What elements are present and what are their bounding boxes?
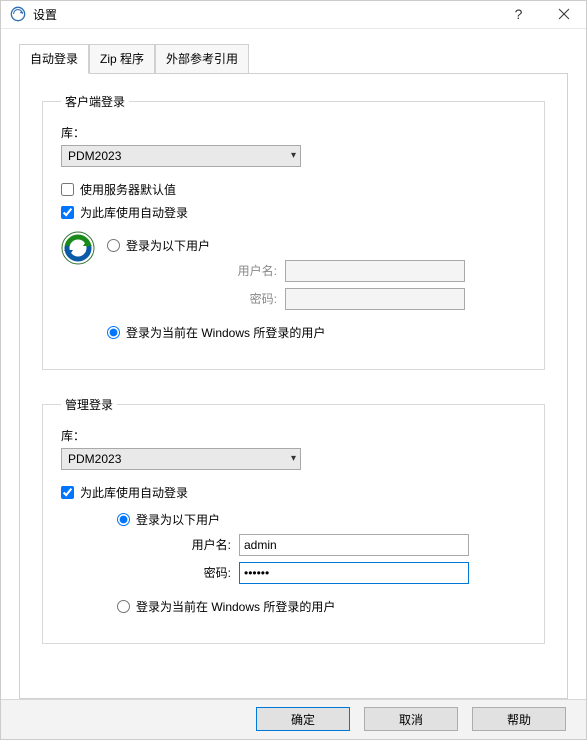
client-password-input[interactable] (285, 288, 465, 310)
admin-username-label: 用户名: (171, 536, 231, 553)
dialog-footer: 确定 取消 帮助 (1, 699, 586, 739)
window-controls: ? (496, 1, 586, 28)
tab-auto-login[interactable]: 自动登录 (19, 44, 89, 74)
admin-login-as-windows-row[interactable]: 登录为当前在 Windows 所登录的用户 (117, 598, 528, 615)
client-vault-select[interactable]: PDM2023 ▾ (61, 145, 301, 167)
client-login-radio-block: 登录为以下用户 用户名: 密码: (107, 231, 528, 347)
admin-password-input[interactable] (239, 562, 469, 584)
help-icon[interactable]: ? (496, 1, 541, 28)
admin-login-as-user-label: 登录为以下用户 (136, 511, 220, 528)
cancel-button[interactable]: 取消 (364, 707, 458, 731)
titlebar: 设置 ? (1, 1, 586, 29)
app-icon (9, 5, 27, 23)
client-vault-label: 库： (61, 124, 528, 141)
admin-username-input[interactable] (239, 534, 469, 556)
window-title: 设置 (33, 6, 496, 23)
admin-password-label: 密码: (171, 564, 231, 581)
tab-panel-auto-login: 客户端登录 库： PDM2023 ▾ 使用服务器默认值 为此库使用自动登录 (19, 73, 568, 699)
client-login-options: 登录为以下用户 用户名: 密码: (61, 231, 528, 347)
admin-login-as-windows-label: 登录为当前在 Windows 所登录的用户 (136, 598, 335, 615)
client-login-as-windows-radio[interactable] (107, 326, 120, 339)
admin-auto-login-label: 为此库使用自动登录 (80, 484, 188, 501)
client-auto-login-label: 为此库使用自动登录 (80, 204, 188, 221)
tab-external-ref[interactable]: 外部参考引用 (155, 44, 249, 74)
client-login-as-windows-row[interactable]: 登录为当前在 Windows 所登录的用户 (107, 324, 528, 341)
admin-vault-label: 库： (61, 427, 528, 444)
client-login-as-windows-label: 登录为当前在 Windows 所登录的用户 (126, 324, 325, 341)
admin-login-as-windows-radio[interactable] (117, 600, 130, 613)
close-icon[interactable] (541, 1, 586, 28)
client-username-input[interactable] (285, 260, 465, 282)
chevron-down-icon: ▾ (291, 150, 296, 161)
client-vault-value: PDM2023 (68, 149, 121, 163)
admin-credentials: 用户名: 密码: (61, 534, 528, 584)
client-login-group: 客户端登录 库： PDM2023 ▾ 使用服务器默认值 为此库使用自动登录 (42, 93, 545, 370)
admin-auto-login-checkbox[interactable] (61, 486, 74, 499)
client-login-legend: 客户端登录 (61, 93, 129, 110)
client-login-as-user-row[interactable]: 登录为以下用户 (107, 237, 528, 254)
client-use-server-default-checkbox[interactable] (61, 183, 74, 196)
settings-dialog: 设置 ? 自动登录 Zip 程序 外部参考引用 客户端登录 库： PDM2023… (0, 0, 587, 740)
admin-auto-login-row[interactable]: 为此库使用自动登录 (61, 484, 528, 501)
admin-vault-value: PDM2023 (68, 452, 121, 466)
admin-login-as-user-row[interactable]: 登录为以下用户 (117, 511, 528, 528)
tab-strip: 自动登录 Zip 程序 外部参考引用 (19, 43, 568, 74)
admin-login-group: 管理登录 库： PDM2023 ▾ 为此库使用自动登录 登录为以下用户 用户名: (42, 396, 545, 644)
chevron-down-icon: ▾ (291, 453, 296, 464)
help-button[interactable]: 帮助 (472, 707, 566, 731)
sync-icon (61, 231, 95, 265)
admin-vault-select[interactable]: PDM2023 ▾ (61, 448, 301, 470)
client-use-server-default-label: 使用服务器默认值 (80, 181, 176, 198)
tab-zip[interactable]: Zip 程序 (89, 44, 155, 74)
content-area: 自动登录 Zip 程序 外部参考引用 客户端登录 库： PDM2023 ▾ 使用… (1, 29, 586, 699)
client-username-label: 用户名: (217, 262, 277, 279)
client-use-server-default-row[interactable]: 使用服务器默认值 (61, 181, 528, 198)
client-password-label: 密码: (217, 290, 277, 307)
client-auto-login-row[interactable]: 为此库使用自动登录 (61, 204, 528, 221)
admin-login-as-user-radio[interactable] (117, 513, 130, 526)
ok-button[interactable]: 确定 (256, 707, 350, 731)
client-login-as-user-radio[interactable] (107, 239, 120, 252)
client-credentials: 用户名: 密码: (107, 260, 528, 310)
admin-login-legend: 管理登录 (61, 396, 117, 413)
client-auto-login-checkbox[interactable] (61, 206, 74, 219)
client-login-as-user-label: 登录为以下用户 (126, 237, 210, 254)
